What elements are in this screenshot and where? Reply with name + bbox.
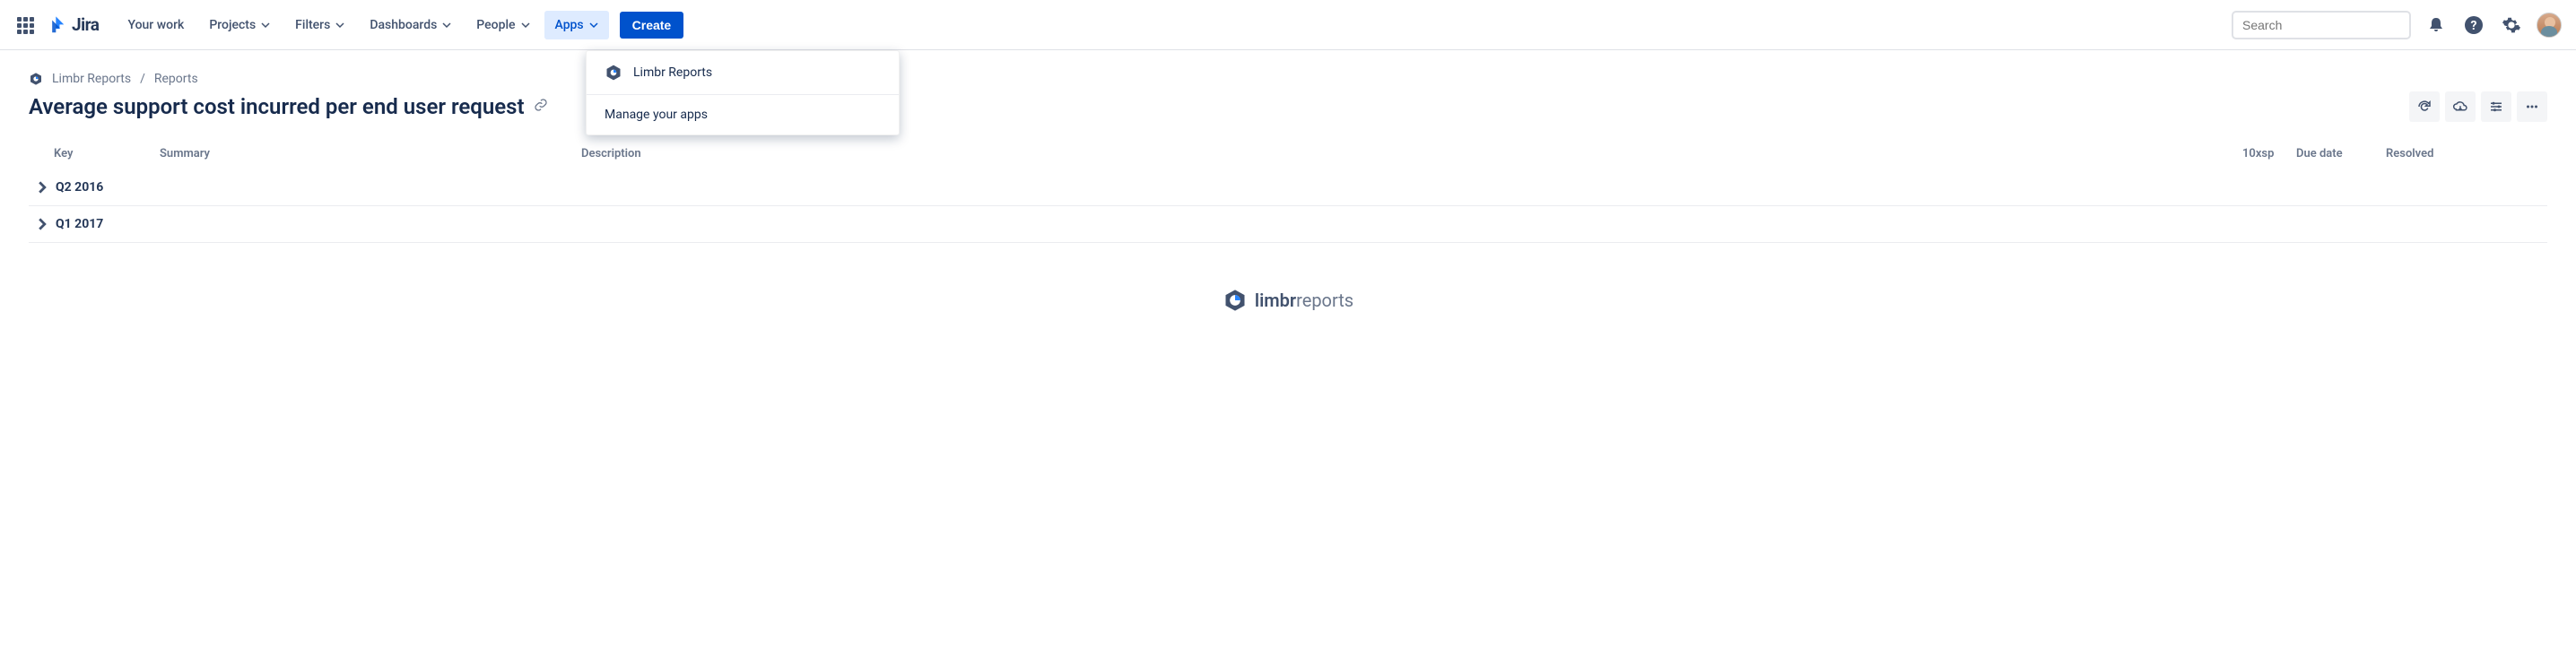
chevron-down-icon — [442, 21, 451, 30]
copy-link-icon[interactable] — [534, 98, 548, 116]
refresh-button[interactable] — [2409, 91, 2440, 122]
breadcrumb: Limbr Reports / Reports — [29, 72, 2547, 86]
col-summary: Summary — [160, 147, 581, 160]
more-actions-button[interactable] — [2517, 91, 2547, 122]
nav-apps-label: Apps — [555, 18, 584, 32]
footer-brand-strong: limbr — [1255, 290, 1296, 311]
apps-dropdown-limbr-reports[interactable]: Limbr Reports — [587, 51, 899, 94]
nav-people[interactable]: People — [466, 11, 540, 39]
group-row[interactable]: Q2 2016 — [29, 169, 2547, 206]
nav-projects-label: Projects — [209, 18, 256, 32]
chevron-right-icon — [36, 218, 48, 230]
nav-projects[interactable]: Projects — [198, 11, 281, 39]
col-10xsp: 10xsp — [2242, 147, 2296, 160]
notifications-icon[interactable] — [2424, 13, 2449, 38]
col-key: Key — [54, 147, 160, 160]
nav-filters[interactable]: Filters — [284, 11, 355, 39]
create-button[interactable]: Create — [620, 12, 684, 39]
apps-dropdown-manage[interactable]: Manage your apps — [587, 94, 899, 134]
chevron-right-icon — [36, 181, 48, 194]
nav-filters-label: Filters — [295, 18, 330, 32]
limbr-hex-icon — [605, 64, 622, 82]
user-avatar[interactable] — [2537, 13, 2562, 38]
search-input[interactable] — [2241, 17, 2406, 33]
chevron-down-icon — [589, 21, 598, 30]
apps-dropdown-limbr-label: Limbr Reports — [633, 65, 712, 80]
chevron-down-icon — [261, 21, 270, 30]
cloud-download-button[interactable] — [2445, 91, 2476, 122]
settings-icon[interactable] — [2499, 13, 2524, 38]
apps-dropdown-manage-label: Manage your apps — [605, 108, 708, 122]
help-icon[interactable]: ? — [2461, 13, 2486, 38]
col-description: Description — [581, 147, 2242, 160]
nav-people-label: People — [476, 18, 515, 32]
search-field[interactable] — [2232, 11, 2411, 39]
footer-brand-light: reports — [1296, 290, 1353, 311]
nav-apps[interactable]: Apps — [544, 11, 609, 39]
breadcrumb-section[interactable]: Reports — [154, 72, 198, 86]
nav-dashboards[interactable]: Dashboards — [359, 11, 462, 39]
chevron-down-icon — [335, 21, 344, 30]
breadcrumb-project[interactable]: Limbr Reports — [52, 72, 131, 86]
jira-logo[interactable]: Jira — [47, 14, 99, 35]
jira-wordmark: Jira — [72, 14, 99, 35]
group-row[interactable]: Q1 2017 — [29, 206, 2547, 243]
group-label: Q1 2017 — [56, 217, 103, 231]
col-resolved: Resolved — [2386, 147, 2547, 160]
app-switcher-icon[interactable] — [14, 14, 36, 36]
svg-text:?: ? — [2471, 19, 2477, 33]
filter-settings-button[interactable] — [2481, 91, 2511, 122]
breadcrumb-separator: / — [140, 72, 145, 86]
chevron-down-icon — [521, 21, 530, 30]
nav-dashboards-label: Dashboards — [370, 18, 437, 32]
col-due-date: Due date — [2296, 147, 2386, 160]
page-title: Average support cost incurred per end us… — [29, 94, 525, 119]
apps-dropdown: Limbr Reports Manage your apps — [586, 50, 900, 135]
nav-your-work[interactable]: Your work — [117, 11, 195, 39]
limbr-hex-icon — [1223, 288, 1248, 313]
limbr-hex-icon — [29, 72, 43, 86]
nav-your-work-label: Your work — [127, 18, 184, 32]
table-header: Key Summary Description 10xsp Due date R… — [29, 147, 2547, 169]
group-label: Q2 2016 — [56, 180, 103, 195]
footer-logo: limbrreports — [29, 288, 2547, 313]
jira-icon — [47, 15, 66, 35]
